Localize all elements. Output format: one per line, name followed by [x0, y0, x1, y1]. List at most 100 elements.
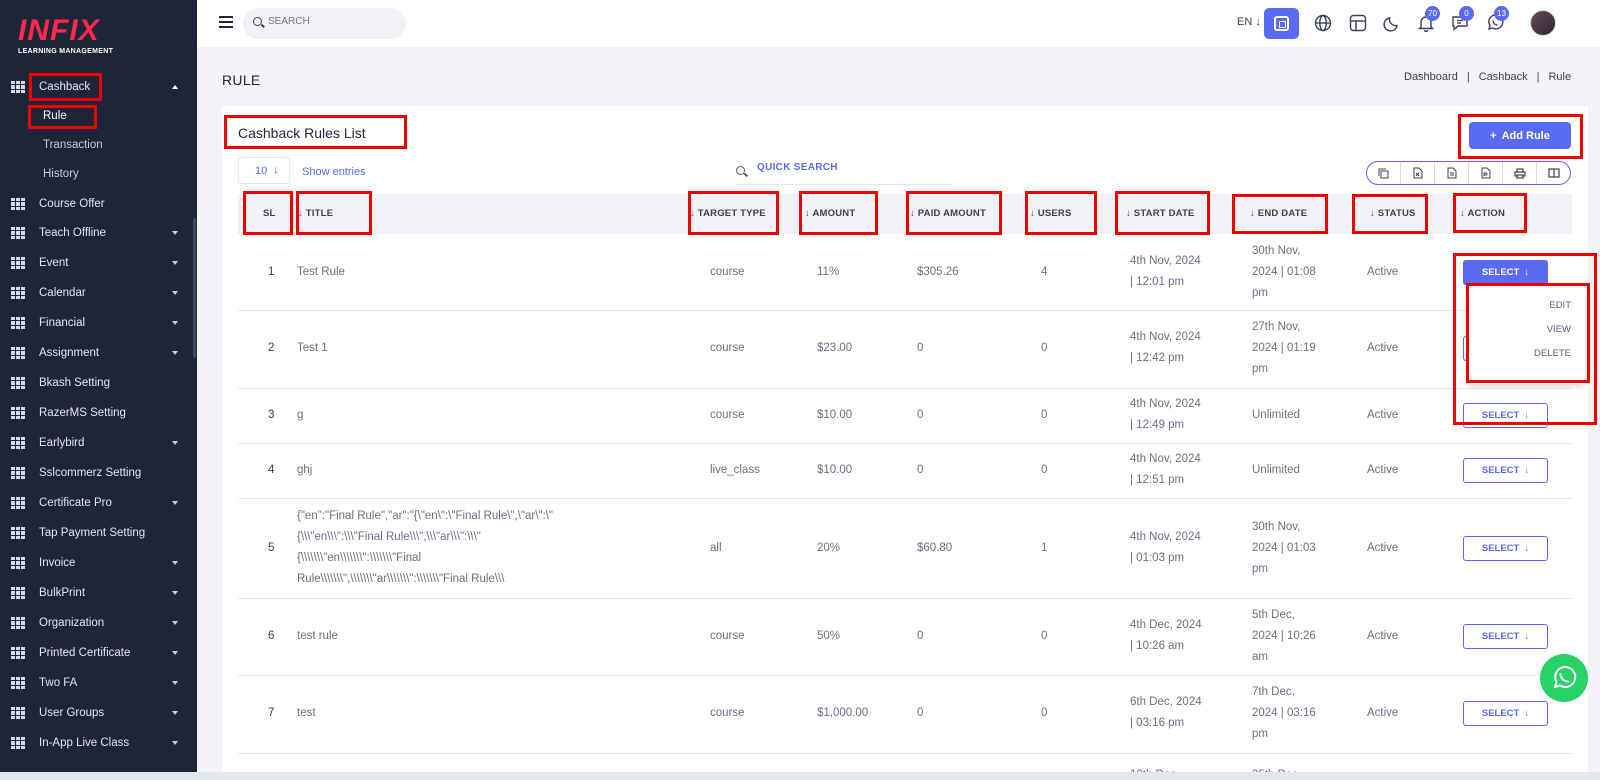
cell-title: Test Rule: [297, 262, 345, 283]
sidebar-item-assignment[interactable]: Assignment: [0, 338, 197, 368]
copy-icon[interactable]: [1367, 162, 1401, 184]
arrow-down-icon: ↓: [1524, 266, 1530, 278]
cell-start-date-line: 4th Nov, 2024: [1130, 453, 1201, 465]
breadcrumb-cashback[interactable]: Cashback: [1479, 71, 1528, 83]
dropdown-edit[interactable]: EDIT: [1549, 300, 1571, 311]
sort-arrow-icon: ↓: [1126, 208, 1134, 219]
language-selector[interactable]: EN ↓: [1237, 16, 1261, 28]
search-box[interactable]: [243, 8, 406, 39]
column-header-action[interactable]: ↓ ACTION: [1460, 208, 1505, 219]
cell-target-type: course: [710, 629, 745, 642]
layout-icon[interactable]: [1349, 14, 1367, 32]
cell-paid-amount: 0: [917, 463, 924, 476]
excel-icon[interactable]: [1401, 162, 1435, 184]
show-entries-label: Show entries: [302, 166, 366, 178]
sidebar-item-label: Calendar: [39, 287, 86, 299]
sidebar-subitem-transaction[interactable]: Transaction: [43, 139, 103, 151]
column-header-paid-amount[interactable]: ↓ PAID AMOUNT: [910, 208, 986, 219]
avatar[interactable]: [1530, 10, 1556, 36]
column-header-end-date[interactable]: ↓ END DATE: [1250, 208, 1307, 219]
print-icon[interactable]: [1503, 162, 1537, 184]
bell-icon[interactable]: 70: [1417, 6, 1440, 33]
select-action-button[interactable]: SELECT ↓: [1463, 535, 1548, 561]
pdf-icon[interactable]: [1469, 162, 1503, 184]
cpu-chip-button[interactable]: [1264, 8, 1299, 39]
cell-title-line: Test 1: [297, 341, 328, 354]
cell-start-date-line: 4th Nov, 2024: [1130, 531, 1201, 543]
whatsapp-chat-button[interactable]: [1540, 654, 1588, 702]
dropdown-delete[interactable]: DELETE: [1534, 348, 1571, 359]
logo[interactable]: INFIX LEARNING MANAGEMENT: [18, 16, 118, 56]
cell-amount: 11%: [817, 265, 840, 278]
arrow-down-icon: ↓: [1524, 409, 1530, 421]
select-action-button[interactable]: SELECT ↓: [1463, 700, 1548, 726]
sidebar-item-invoice[interactable]: Invoice: [0, 548, 197, 578]
csv-icon[interactable]: [1435, 162, 1469, 184]
cell-end-date: 30th Nov, 2024 | 01:03 pm: [1252, 517, 1316, 580]
globe-icon[interactable]: [1314, 14, 1332, 32]
column-header-start-date[interactable]: ↓ START DATE: [1126, 208, 1195, 219]
sidebar-item-two-fa[interactable]: Two FA: [0, 668, 197, 698]
sidebar-item-tap-payment-setting[interactable]: Tap Payment Setting: [0, 518, 197, 548]
select-action-button[interactable]: SELECT ↓: [1463, 402, 1548, 428]
sidebar-item-printed-certificate[interactable]: Printed Certificate: [0, 638, 197, 668]
whatsapp-icon[interactable]: 13: [1486, 6, 1509, 32]
sidebar-item-earlybird[interactable]: Earlybird: [0, 428, 197, 458]
sidebar-item-in-app-live-class[interactable]: In-App Live Class: [0, 728, 197, 758]
column-header-status[interactable]: ↓ STATUS: [1370, 208, 1416, 219]
entries-select[interactable]: 10 ↓: [238, 157, 290, 184]
sidebar-scrollbar[interactable]: [193, 218, 196, 358]
hamburger-menu-icon[interactable]: [219, 16, 233, 28]
column-header-label: START DATE: [1133, 208, 1195, 219]
moon-icon[interactable]: [1383, 14, 1401, 32]
sidebar-item-label: Teach Offline: [39, 227, 106, 239]
add-rule-button[interactable]: + Add Rule: [1469, 122, 1571, 149]
select-action-button[interactable]: SELECT ↓: [1463, 259, 1548, 285]
columns-icon[interactable]: [1537, 162, 1570, 184]
message-icon[interactable]: 0: [1451, 6, 1474, 32]
sidebar-item-teach-offline[interactable]: Teach Offline: [0, 218, 197, 248]
sidebar-item-sslcommerz-setting[interactable]: Sslcommerz Setting: [0, 458, 197, 488]
sidebar-item-financial[interactable]: Financial: [0, 308, 197, 338]
select-action-button[interactable]: SELECT ↓: [1463, 457, 1548, 483]
sidebar-item-razerms-setting[interactable]: RazerMS Setting: [0, 398, 197, 428]
sidebar-item-label: Event: [39, 257, 69, 269]
cell-start-date-line: | 03:16 pm: [1130, 717, 1185, 729]
column-header-users[interactable]: ↓ USERS: [1030, 208, 1072, 219]
sidebar-item-user-groups[interactable]: User Groups: [0, 698, 197, 728]
sidebar-item-calendar[interactable]: Calendar: [0, 278, 197, 308]
cell-start-date-line: 6th Dec, 2024: [1130, 696, 1202, 708]
sidebar-item-bkash-setting[interactable]: Bkash Setting: [0, 368, 197, 398]
sidebar-item-cashback[interactable]: Cashback: [0, 72, 197, 102]
sidebar-item-course-offer[interactable]: Course Offer: [0, 189, 197, 219]
breadcrumb-dashboard[interactable]: Dashboard: [1404, 71, 1458, 83]
sidebar-item-event[interactable]: Event: [0, 248, 197, 278]
cell-title-line: {\\\\\\\"en\\\\\\\":\\\\\\\"Final: [297, 552, 422, 564]
sidebar-item-label: Two FA: [39, 677, 78, 689]
sidebar-item-label: Organization: [39, 617, 105, 629]
column-header-title[interactable]: ↓ TITLE: [298, 208, 333, 219]
dropdown-view[interactable]: VIEW: [1547, 324, 1571, 335]
select-label: SELECT: [1481, 266, 1520, 278]
column-header-label: SL: [263, 208, 276, 219]
column-header-target-type[interactable]: ↓ TARGET TYPE: [690, 208, 766, 219]
cell-end-date: 27th Nov, 2024 | 01:19 pm: [1252, 317, 1316, 380]
cell-start-date: 4th Nov, 2024 | 12:51 pm: [1130, 449, 1201, 491]
cell-end-date-line: 2024 | 10:26: [1252, 629, 1316, 642]
search-input[interactable]: [268, 16, 398, 27]
cell-start-date-line: | 12:42 pm: [1130, 352, 1185, 364]
grid-icon: [11, 646, 26, 660]
sidebar-subitem-rule[interactable]: Rule: [43, 110, 67, 122]
select-action-button[interactable]: SELECT ↓: [1463, 623, 1548, 649]
sidebar-subitem-history[interactable]: History: [43, 168, 79, 180]
sidebar-item-certificate-pro[interactable]: Certificate Pro: [0, 488, 197, 518]
sidebar-item-organization[interactable]: Organization: [0, 608, 197, 638]
sidebar-item-bulkprint[interactable]: BulkPrint: [0, 578, 197, 608]
grid-icon: [11, 496, 26, 510]
cell-end-date-line: 30th Nov,: [1252, 244, 1301, 257]
cell-sl: 4: [268, 463, 275, 476]
row-divider: [238, 498, 1572, 499]
quick-search-input[interactable]: QUICK SEARCH: [757, 162, 838, 173]
notifications-badge: 70: [1425, 6, 1440, 21]
column-header-amount[interactable]: ↓ AMOUNT: [805, 208, 855, 219]
